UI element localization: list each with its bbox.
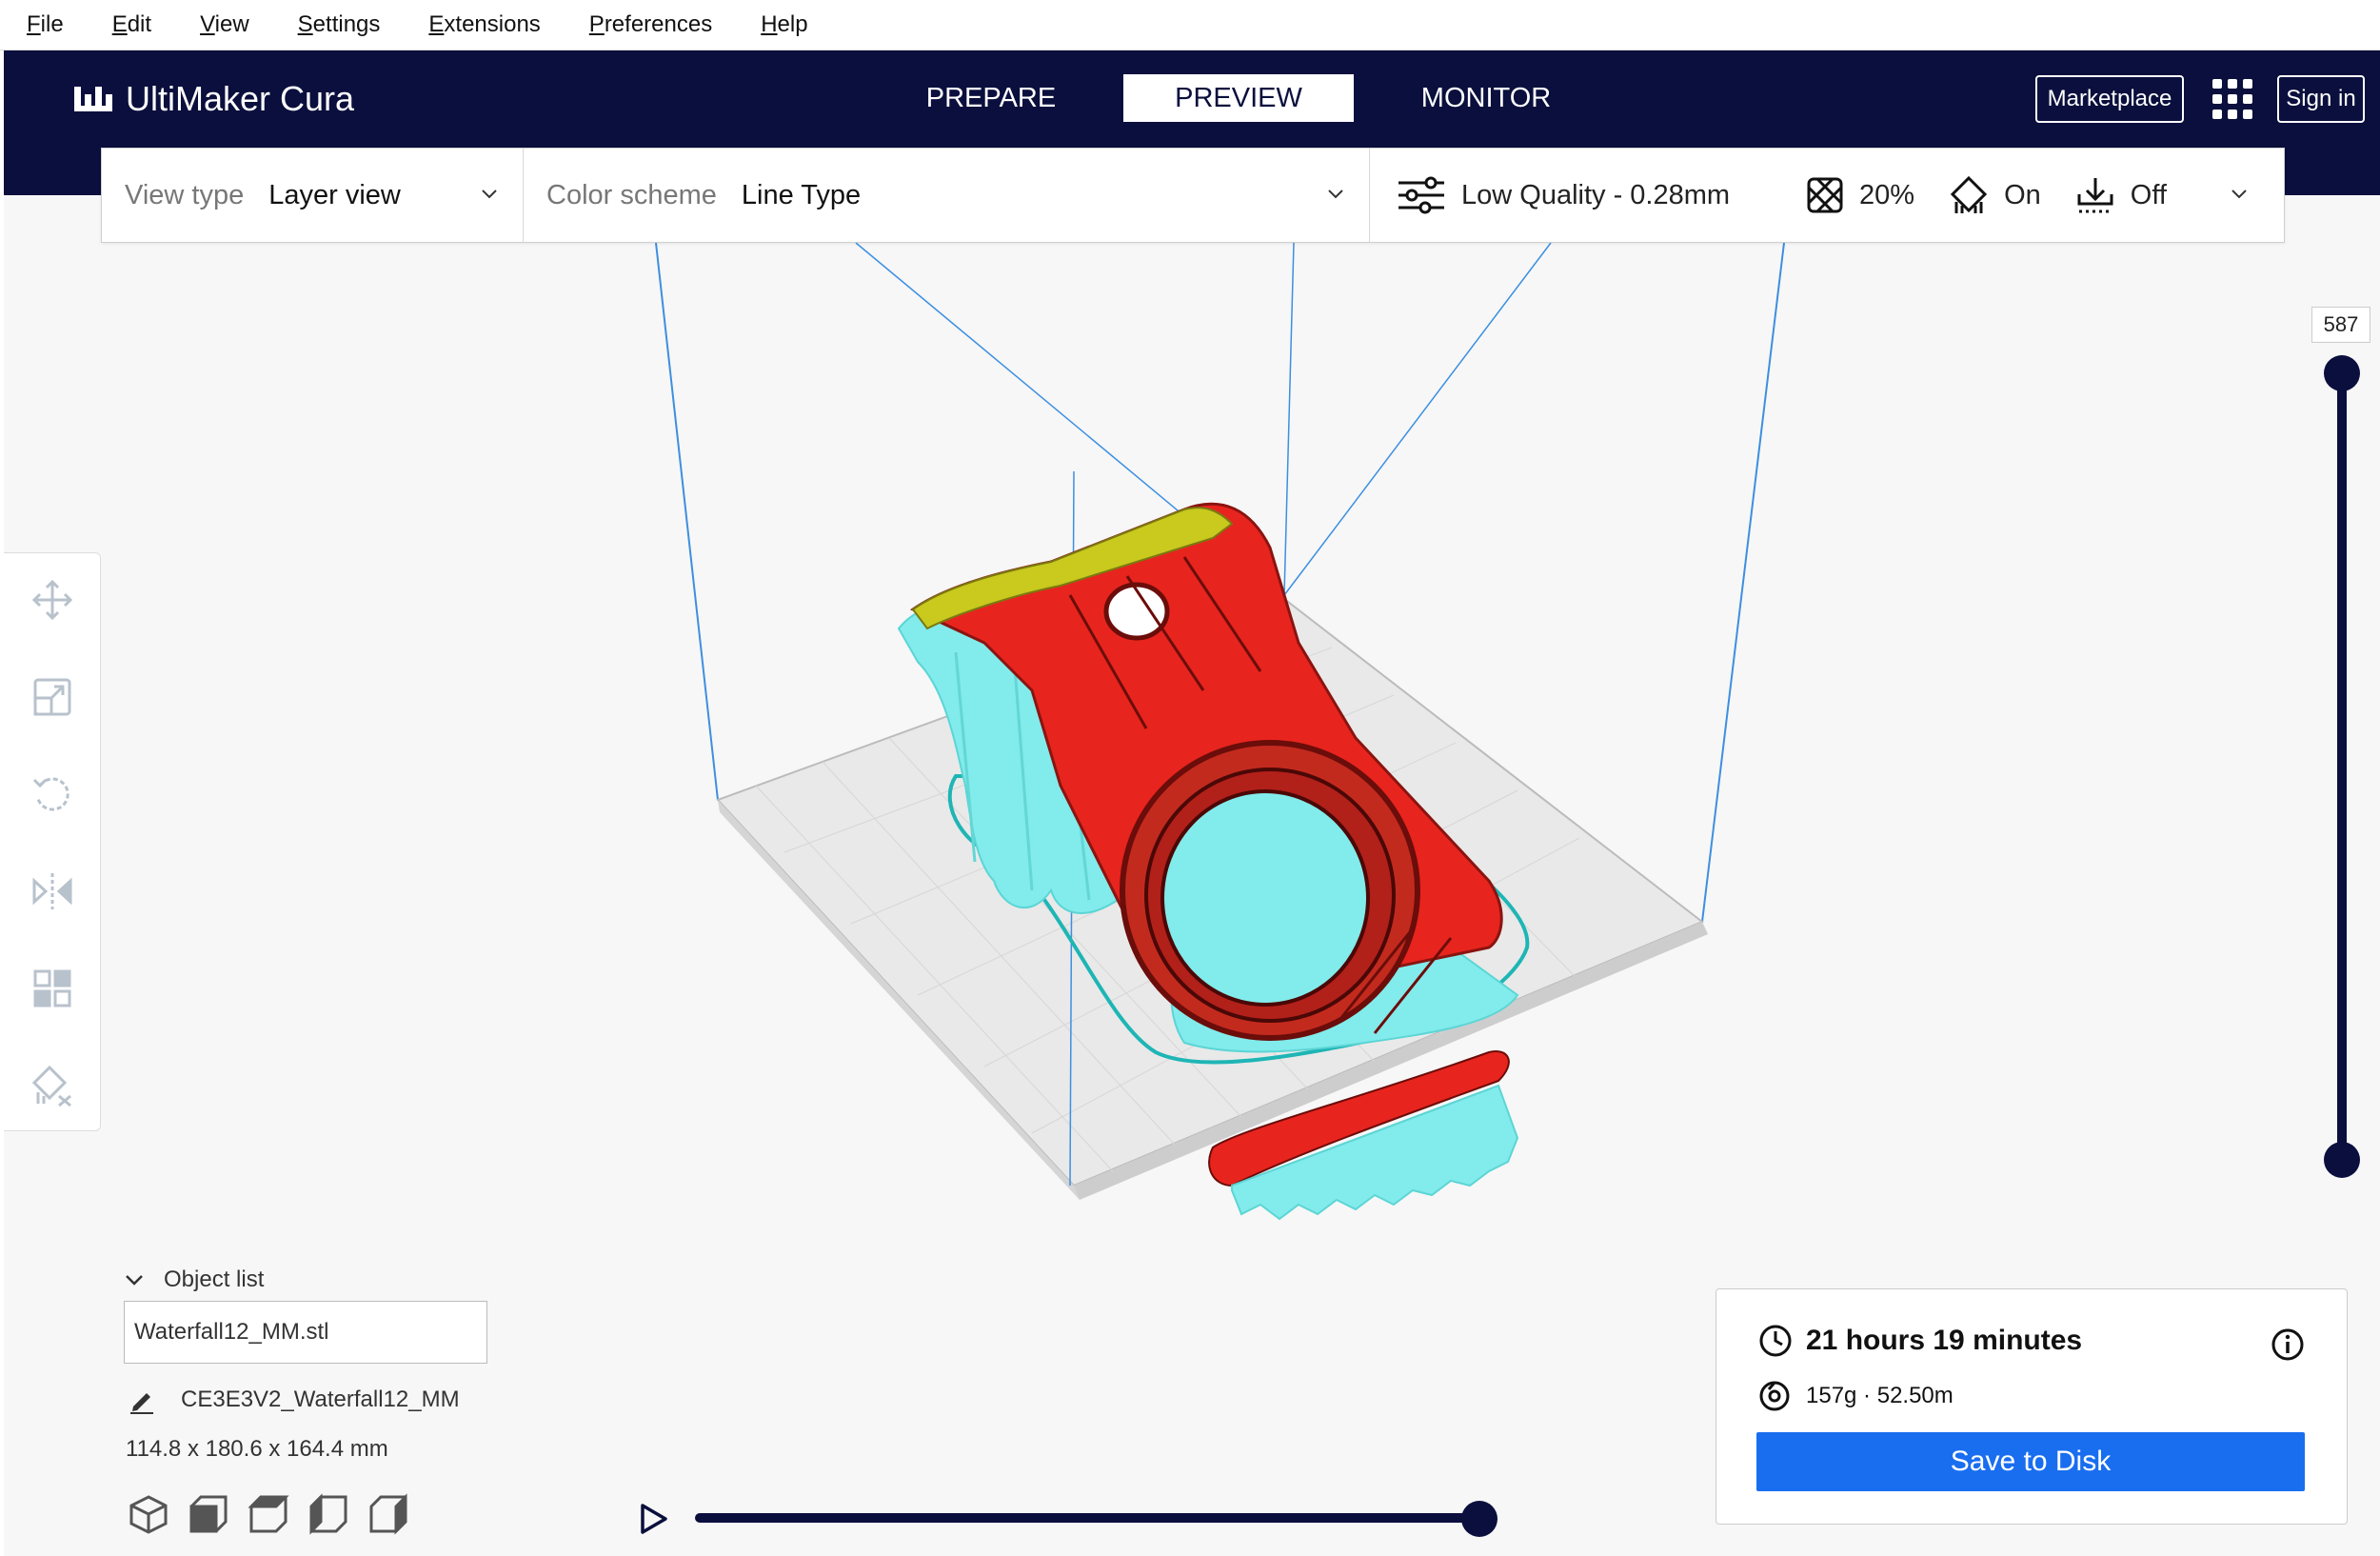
quality-value: Low Quality - 0.28mm bbox=[1461, 179, 1731, 210]
object-name-label: CE3E3V2_Waterfall12_MM bbox=[181, 1386, 460, 1412]
menu-preferences[interactable]: Preferences bbox=[589, 11, 712, 38]
view-type-label: View type bbox=[125, 179, 245, 210]
layer-number-input[interactable]: 587 bbox=[2311, 307, 2370, 343]
pencil-icon bbox=[130, 1393, 153, 1414]
path-slider-track[interactable] bbox=[695, 1513, 1485, 1523]
menu-settings[interactable]: Settings bbox=[298, 11, 381, 38]
tab-prepare[interactable]: PREPARE bbox=[876, 74, 1106, 122]
menu-edit[interactable]: Edit bbox=[112, 11, 151, 38]
adhesion-value: Off bbox=[2130, 179, 2167, 210]
info-icon[interactable] bbox=[2271, 1327, 2305, 1362]
move-tool-icon[interactable] bbox=[30, 578, 74, 622]
color-scheme-label: Color scheme bbox=[546, 179, 717, 210]
3d-view-icon[interactable] bbox=[128, 1493, 169, 1535]
layer-slider-top-handle[interactable] bbox=[2324, 355, 2360, 391]
sliders-icon bbox=[1398, 176, 1444, 214]
print-time-label: 21 hours 19 minutes bbox=[1806, 1325, 2083, 1356]
ultimaker-logo-icon bbox=[74, 87, 112, 111]
color-scheme-value: Line Type bbox=[741, 179, 862, 210]
adhesion-icon bbox=[2077, 178, 2113, 213]
support-blocker-icon[interactable] bbox=[30, 1064, 74, 1107]
clock-icon bbox=[1759, 1325, 1792, 1357]
save-to-disk-button[interactable]: Save to Disk bbox=[1756, 1432, 2305, 1491]
front-view-icon[interactable] bbox=[188, 1493, 229, 1535]
object-dimensions: 114.8 x 180.6 x 164.4 mm bbox=[126, 1436, 388, 1462]
layer-slider-track[interactable] bbox=[2337, 371, 2347, 1160]
chevron-down-icon bbox=[126, 1275, 143, 1286]
play-icon[interactable] bbox=[640, 1503, 668, 1535]
print-time: 21 hours 19 minutes bbox=[1758, 1324, 2082, 1358]
filament-spool-icon bbox=[1759, 1381, 1790, 1411]
tab-monitor[interactable]: MONITOR bbox=[1371, 74, 1601, 122]
scale-tool-icon[interactable] bbox=[30, 675, 74, 719]
color-scheme-dropdown[interactable]: Color scheme Line Type bbox=[524, 149, 1370, 242]
chevron-down-icon bbox=[2231, 190, 2247, 199]
print-info-panel: 21 hours 19 minutes 157g · 52.50m Save t… bbox=[1716, 1288, 2348, 1525]
per-model-settings-icon[interactable] bbox=[30, 967, 74, 1010]
path-slider-handle[interactable] bbox=[1461, 1501, 1497, 1537]
menu-bar: File Edit View Settings Extensions Prefe… bbox=[0, 0, 2380, 50]
app-logo: UltiMaker Cura bbox=[72, 79, 354, 119]
menu-file[interactable]: File bbox=[27, 11, 64, 38]
object-list-item[interactable]: Waterfall12_MM.stl bbox=[124, 1301, 487, 1364]
top-view-icon[interactable] bbox=[248, 1493, 289, 1535]
mirror-tool-icon[interactable] bbox=[30, 869, 74, 913]
tool-panel bbox=[4, 552, 101, 1131]
support-value: On bbox=[2004, 179, 2041, 210]
view-type-dropdown[interactable]: View type Layer view bbox=[102, 149, 524, 242]
apps-grid-icon[interactable] bbox=[2212, 79, 2252, 119]
view-type-value: Layer view bbox=[268, 179, 401, 210]
layer-slider-bottom-handle[interactable] bbox=[2324, 1142, 2360, 1178]
material-usage-label: 157g · 52.50m bbox=[1806, 1383, 1954, 1408]
chevron-down-icon bbox=[482, 190, 497, 199]
app-name: UltiMaker Cura bbox=[126, 79, 355, 118]
view-toolbar: View type Layer view Color scheme Line T… bbox=[101, 148, 2285, 243]
print-settings-dropdown[interactable]: Low Quality - 0.28mm 20% On Off bbox=[1370, 149, 2284, 242]
menu-view[interactable]: View bbox=[200, 11, 249, 38]
sign-in-button[interactable]: Sign in bbox=[2277, 75, 2365, 123]
stage-tabs: PREPARE PREVIEW MONITOR bbox=[876, 74, 1601, 122]
chevron-down-icon bbox=[1328, 190, 1343, 199]
object-name-field[interactable]: CE3E3V2_Waterfall12_MM bbox=[128, 1386, 460, 1414]
camera-view-buttons bbox=[128, 1493, 427, 1535]
menu-extensions[interactable]: Extensions bbox=[428, 11, 540, 38]
rotate-tool-icon[interactable] bbox=[30, 772, 74, 816]
infill-icon bbox=[1807, 177, 1843, 213]
material-usage: 157g · 52.50m bbox=[1758, 1380, 1954, 1412]
menu-help[interactable]: Help bbox=[761, 11, 807, 38]
support-icon bbox=[1950, 175, 1988, 213]
tab-preview[interactable]: PREVIEW bbox=[1123, 74, 1354, 122]
right-view-icon[interactable] bbox=[367, 1493, 409, 1535]
object-list-label: Object list bbox=[164, 1267, 265, 1292]
object-list-toggle[interactable]: Object list bbox=[124, 1267, 264, 1293]
marketplace-button[interactable]: Marketplace bbox=[2035, 75, 2184, 123]
left-view-icon[interactable] bbox=[307, 1493, 349, 1535]
infill-value: 20% bbox=[1859, 179, 1915, 210]
